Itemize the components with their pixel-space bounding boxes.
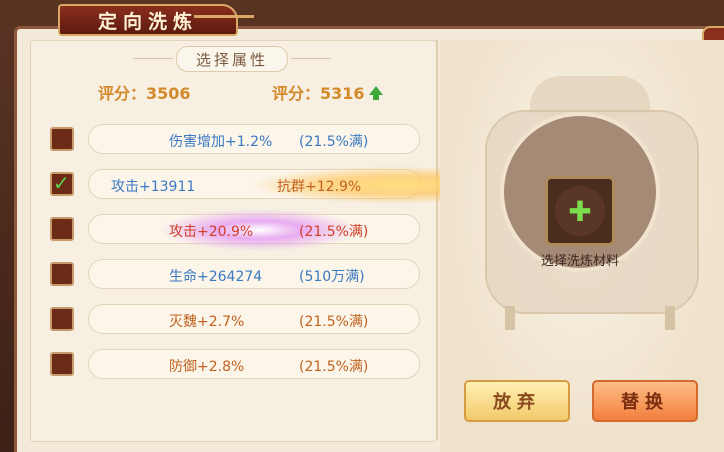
abandon-button[interactable]: 放弃: [464, 380, 570, 422]
new-score-text: 评分：5316: [272, 84, 365, 103]
attribute-checkbox[interactable]: [50, 262, 74, 286]
current-score: 评分：3506: [98, 80, 191, 104]
attribute-bar: 伤害增加+1.2% (21.5%满): [88, 124, 420, 154]
panel-divider: [436, 40, 438, 440]
attribute-checkbox[interactable]: [50, 352, 74, 376]
material-label: 选择洗炼材料: [540, 254, 619, 269]
attribute-bar: 攻击+20.9% (21.5%满): [88, 209, 420, 251]
attribute-max: (21.5%满): [299, 224, 369, 240]
attribute-value: 伤害增加+1.2%: [169, 134, 273, 150]
new-score: 评分：5316: [272, 80, 383, 104]
attribute-row: ✓ 攻击+13911 抗群+12.9%: [50, 166, 519, 204]
attribute-checkbox[interactable]: ✓: [50, 171, 74, 196]
attribute-bar: 灭魏+2.7% (21.5%满): [88, 304, 420, 334]
attribute-checkbox[interactable]: [50, 307, 74, 331]
attribute-value: 生命+264274: [169, 269, 263, 285]
attribute-value: 攻击+20.9%: [169, 224, 254, 240]
attribute-row: 灭魏+2.7% (21.5%满): [50, 304, 420, 334]
plus-icon: ✚: [568, 194, 592, 228]
section-title: 选择属性: [133, 46, 331, 72]
window-title: 定向洗炼: [58, 4, 254, 36]
attribute-max: (510万满): [299, 269, 365, 285]
replace-button[interactable]: 替换: [592, 380, 698, 422]
attribute-row: 攻击+20.9% (21.5%满): [50, 209, 420, 251]
attribute-bar: 攻击+13911 抗群+12.9%: [88, 166, 519, 204]
attribute-row: 伤害增加+1.2% (21.5%满): [50, 124, 420, 154]
attribute-value: 防御+2.8%: [169, 359, 245, 375]
attribute-extra: 抗群+12.9%: [277, 179, 362, 195]
attribute-row: 生命+264274 (510万满): [50, 259, 420, 289]
attribute-checkbox[interactable]: [50, 217, 74, 241]
attribute-bar: 生命+264274 (510万满): [88, 259, 420, 289]
material-slot[interactable]: ✚: [545, 176, 615, 246]
attribute-max: (21.5%满): [299, 314, 369, 330]
attribute-value: 攻击+13911: [111, 179, 196, 195]
attribute-value: 灭魏+2.7%: [169, 314, 245, 330]
attribute-checkbox[interactable]: [50, 127, 74, 151]
attribute-max: (21.5%满): [299, 134, 369, 150]
cabinet-legs: [505, 306, 675, 330]
current-score-text: 评分：3506: [98, 84, 191, 103]
up-arrow-icon: [368, 85, 383, 100]
attribute-bar: 防御+2.8% (21.5%满): [88, 349, 420, 379]
attribute-max: (21.5%满): [299, 359, 369, 375]
attribute-row: 防御+2.8% (21.5%满): [50, 349, 420, 379]
check-icon: ✓: [53, 171, 70, 195]
